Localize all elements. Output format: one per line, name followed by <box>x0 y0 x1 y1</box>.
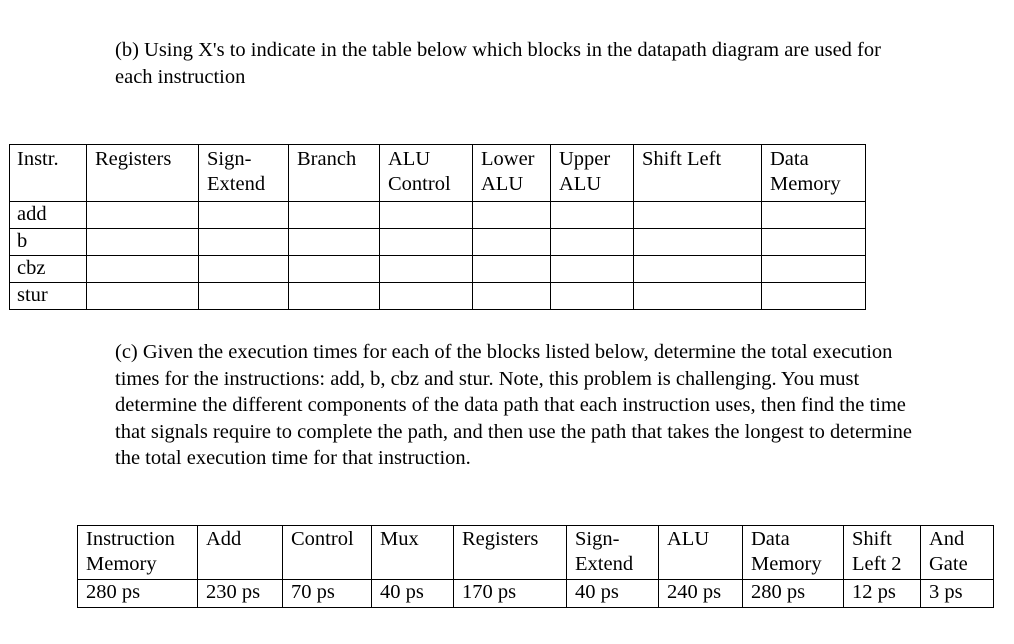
cell-registers[interactable] <box>86 282 199 310</box>
times-header-row: Instruction Memory Add Control Mux Regis… <box>77 525 994 580</box>
value-mux: 40 ps <box>371 579 454 608</box>
header-data-memory: Data Memory <box>742 525 844 580</box>
cell-branch[interactable] <box>288 201 380 229</box>
value-data-memory: 280 ps <box>742 579 844 608</box>
cell-lower-alu[interactable] <box>472 201 551 229</box>
execution-times-table: Instruction Memory Add Control Mux Regis… <box>77 525 994 608</box>
header-shift-left-2: Shift Left 2 <box>843 525 921 580</box>
cell-alu-control[interactable] <box>379 201 473 229</box>
header-registers: Registers <box>86 144 199 202</box>
cell-branch[interactable] <box>288 228 380 256</box>
cell-upper-alu[interactable] <box>550 282 634 310</box>
value-registers: 170 ps <box>453 579 567 608</box>
header-upper-alu: Upper ALU <box>550 144 634 202</box>
row-label: add <box>9 201 87 229</box>
header-lower-alu: Lower ALU <box>472 144 551 202</box>
value-and-gate: 3 ps <box>920 579 994 608</box>
cell-alu-control[interactable] <box>379 228 473 256</box>
cell-alu-control[interactable] <box>379 282 473 310</box>
cell-upper-alu[interactable] <box>550 228 634 256</box>
row-label: b <box>9 228 87 256</box>
cell-registers[interactable] <box>86 228 199 256</box>
cell-shift-left[interactable] <box>633 201 762 229</box>
cell-data-memory[interactable] <box>761 255 866 283</box>
header-branch: Branch <box>288 144 380 202</box>
header-data-memory: Data Memory <box>761 144 866 202</box>
cell-sign-extend[interactable] <box>198 282 289 310</box>
cell-upper-alu[interactable] <box>550 255 634 283</box>
value-instruction-memory: 280 ps <box>77 579 198 608</box>
header-sign-extend: Sign- Extend <box>566 525 659 580</box>
cell-registers[interactable] <box>86 201 199 229</box>
cell-upper-alu[interactable] <box>550 201 634 229</box>
header-sign-extend: Sign- Extend <box>198 144 289 202</box>
table-row-cbz: cbz <box>9 255 866 283</box>
cell-shift-left[interactable] <box>633 255 762 283</box>
row-label: stur <box>9 282 87 310</box>
header-control: Control <box>282 525 372 580</box>
header-alu-control: ALU Control <box>379 144 473 202</box>
cell-data-memory[interactable] <box>761 282 866 310</box>
cell-branch[interactable] <box>288 255 380 283</box>
cell-alu-control[interactable] <box>379 255 473 283</box>
cell-lower-alu[interactable] <box>472 255 551 283</box>
header-add: Add <box>197 525 283 580</box>
header-mux: Mux <box>371 525 454 580</box>
cell-registers[interactable] <box>86 255 199 283</box>
value-control: 70 ps <box>282 579 372 608</box>
header-shift-left: Shift Left <box>633 144 762 202</box>
value-alu: 240 ps <box>658 579 743 608</box>
value-sign-extend: 40 ps <box>566 579 659 608</box>
header-alu: ALU <box>658 525 743 580</box>
datapath-blocks-table: Instr. Registers Sign- Extend Branch ALU… <box>9 144 866 310</box>
cell-sign-extend[interactable] <box>198 201 289 229</box>
cell-lower-alu[interactable] <box>472 282 551 310</box>
table-row-add: add <box>9 201 866 229</box>
value-add: 230 ps <box>197 579 283 608</box>
part-b-instructions: (b) Using X's to indicate in the table b… <box>115 39 881 88</box>
cell-sign-extend[interactable] <box>198 255 289 283</box>
times-values-row: 280 ps 230 ps 70 ps 40 ps 170 ps 40 ps 2… <box>77 579 994 608</box>
table-row-stur: stur <box>9 282 866 310</box>
cell-sign-extend[interactable] <box>198 228 289 256</box>
cell-shift-left[interactable] <box>633 228 762 256</box>
header-and-gate: And Gate <box>920 525 994 580</box>
table-header-row: Instr. Registers Sign- Extend Branch ALU… <box>9 144 866 202</box>
cell-lower-alu[interactable] <box>472 228 551 256</box>
part-c-instructions: (c) Given the execution times for each o… <box>115 341 912 470</box>
row-label: cbz <box>9 255 87 283</box>
header-instruction-memory: Instruction Memory <box>77 525 198 580</box>
value-shift-left-2: 12 ps <box>843 579 921 608</box>
cell-data-memory[interactable] <box>761 228 866 256</box>
table-row-b: b <box>9 228 866 256</box>
header-instr: Instr. <box>9 144 87 202</box>
cell-branch[interactable] <box>288 282 380 310</box>
cell-shift-left[interactable] <box>633 282 762 310</box>
cell-data-memory[interactable] <box>761 201 866 229</box>
header-registers: Registers <box>453 525 567 580</box>
